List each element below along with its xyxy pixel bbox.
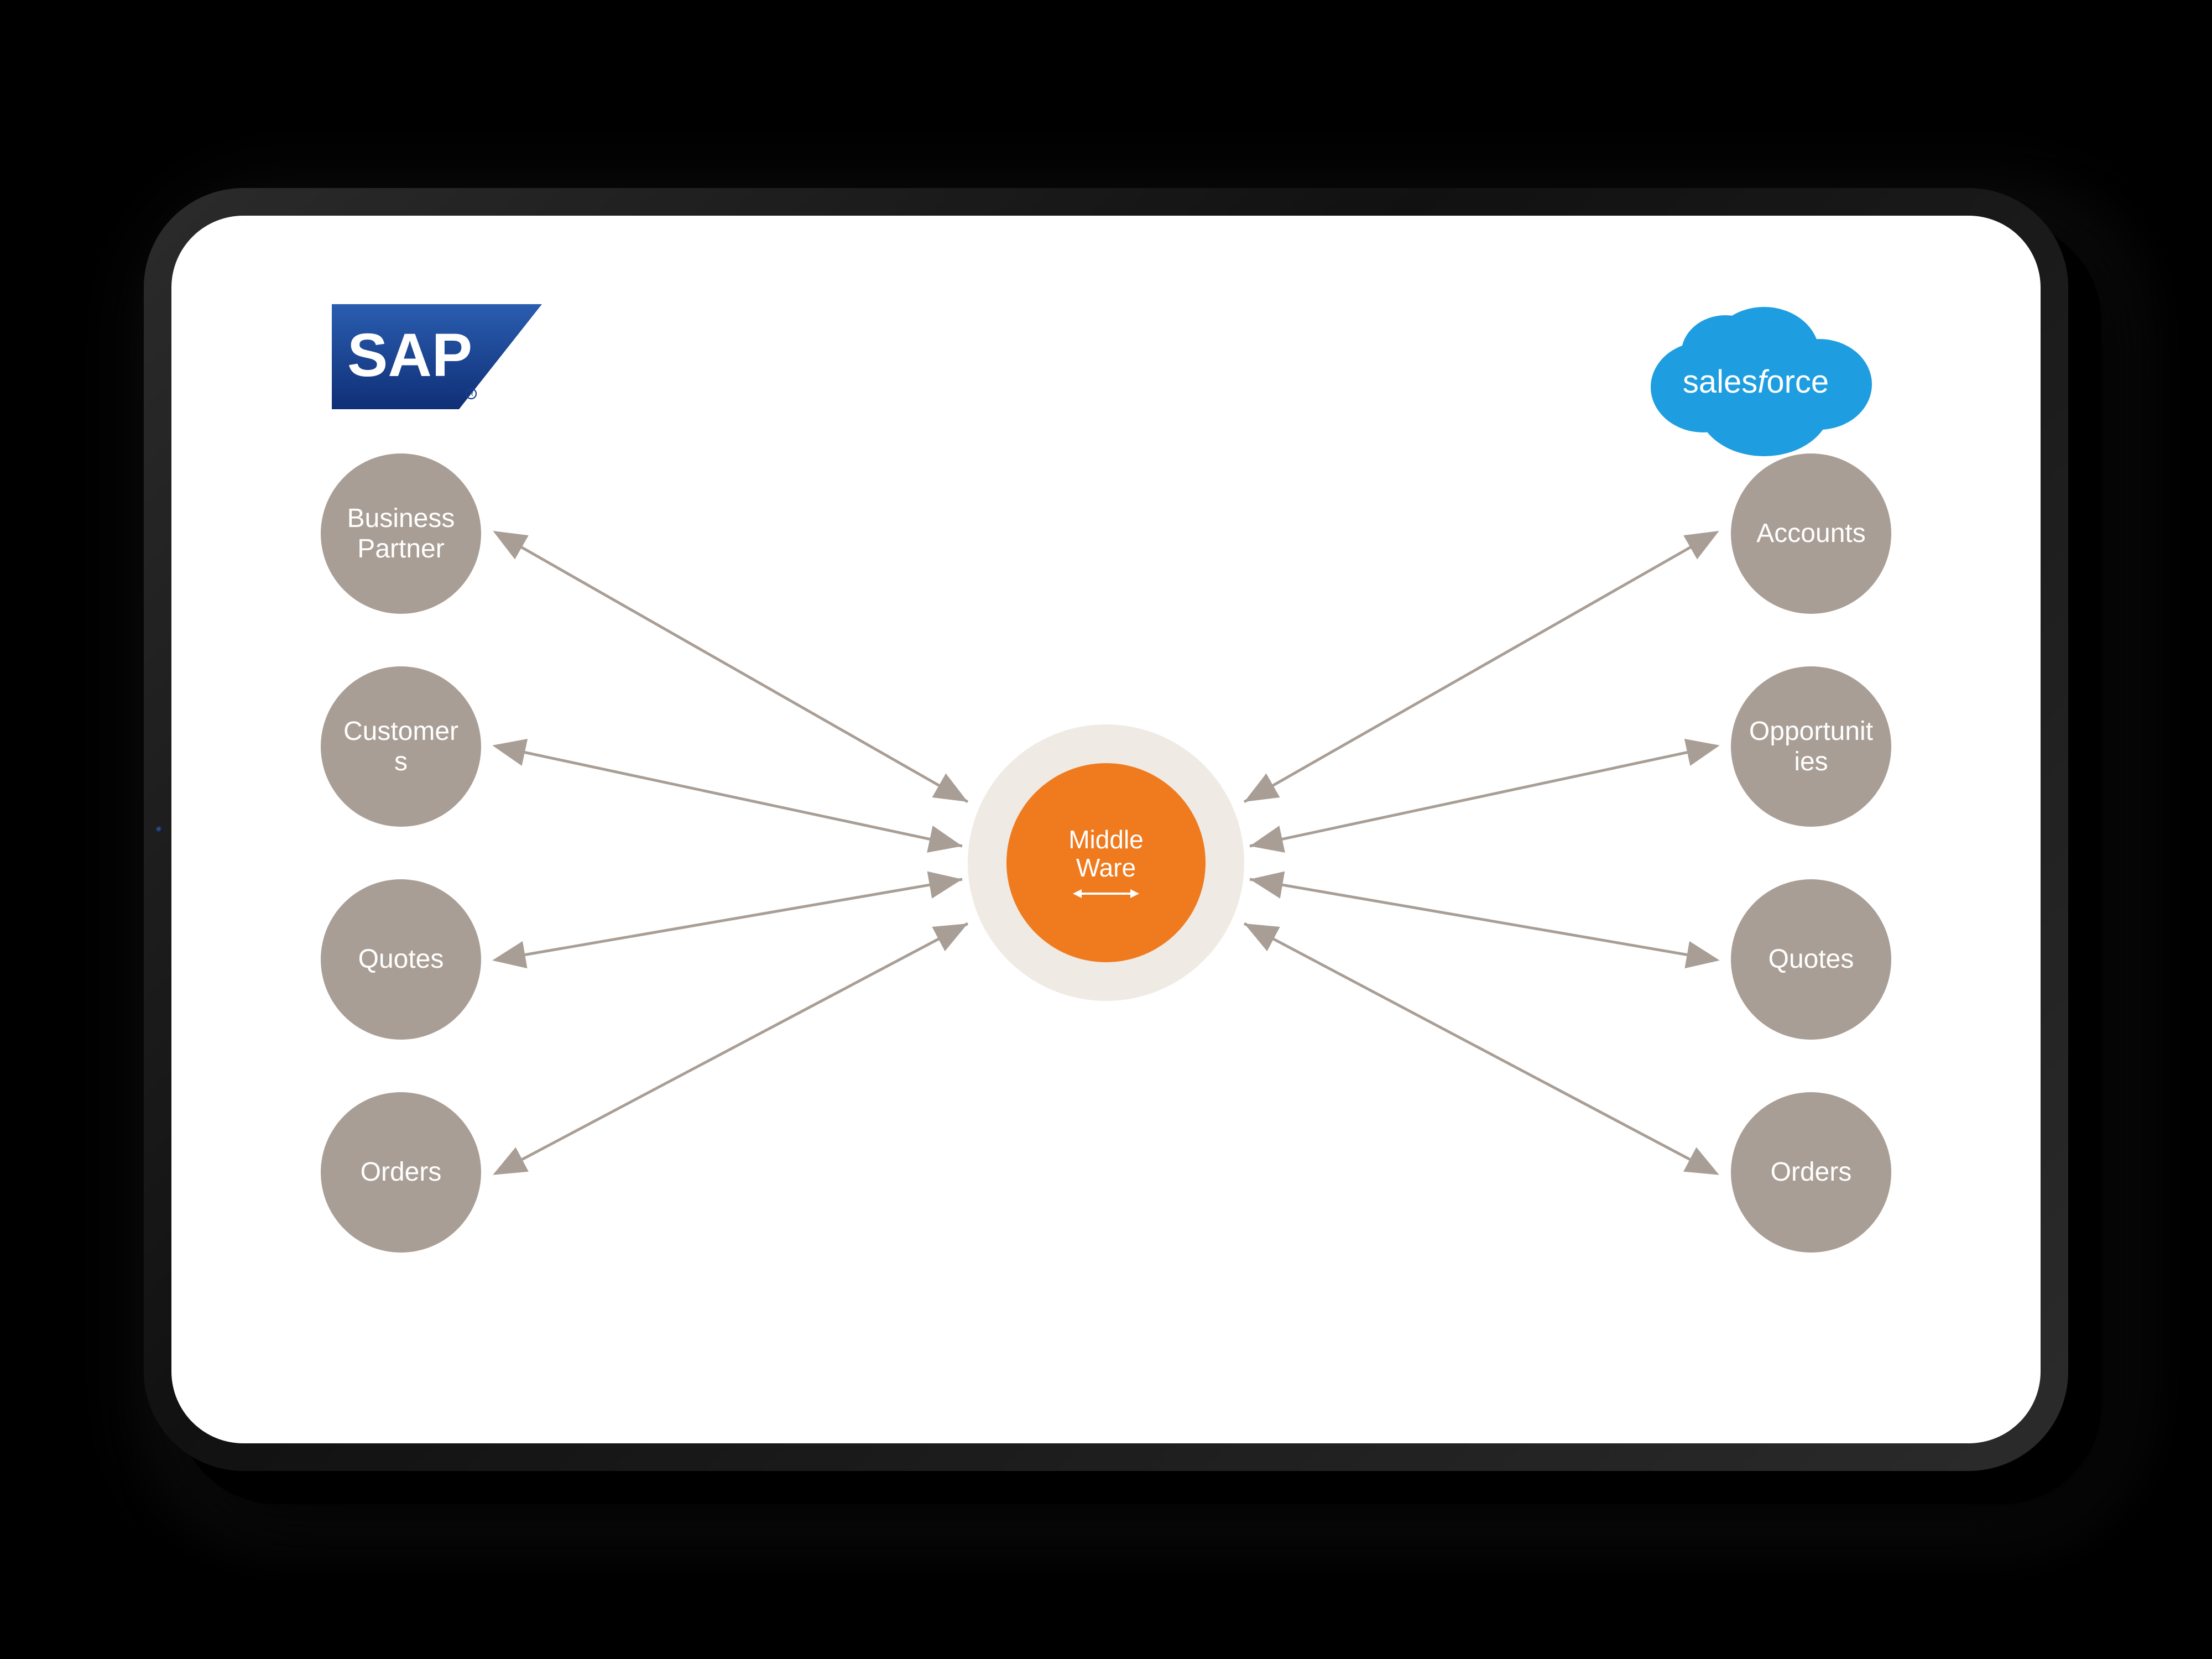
node-label: Accounts xyxy=(1756,518,1865,549)
node-label: Opportunities xyxy=(1747,716,1875,777)
node-sap-customers: Customers xyxy=(321,666,481,827)
middleware-ring: Middle Ware xyxy=(968,724,1244,1001)
node-label: Orders xyxy=(1771,1157,1852,1187)
node-label: Business Partner xyxy=(337,503,465,564)
node-sf-opportunities: Opportunities xyxy=(1731,666,1891,827)
salesforce-logo: salesforce xyxy=(1637,293,1875,462)
middleware-node: Middle Ware xyxy=(1006,763,1206,962)
node-label: Customers xyxy=(337,716,465,777)
node-label: Quotes xyxy=(1768,944,1854,974)
double-arrow-icon xyxy=(1073,888,1139,900)
node-sf-orders: Orders xyxy=(1731,1092,1891,1253)
sap-logo: SAP R xyxy=(332,304,542,412)
node-sf-accounts: Accounts xyxy=(1731,453,1891,614)
tablet-camera xyxy=(156,826,163,833)
node-label: Quotes xyxy=(358,944,444,974)
tablet-frame: SAP R xyxy=(144,188,2068,1471)
node-sap-quotes: Quotes xyxy=(321,879,481,1040)
middleware-label-line1: Middle xyxy=(1068,826,1144,854)
sap-logo-text: SAP xyxy=(347,321,472,389)
node-sap-orders: Orders xyxy=(321,1092,481,1253)
node-label: Orders xyxy=(361,1157,442,1187)
salesforce-logo-text: salesforce xyxy=(1683,364,1829,400)
middleware-label-line2: Ware xyxy=(1076,854,1136,882)
node-sf-quotes: Quotes xyxy=(1731,879,1891,1040)
diagram-canvas: SAP R xyxy=(171,216,2041,1443)
node-sap-business-partner: Business Partner xyxy=(321,453,481,614)
svg-text:R: R xyxy=(469,391,473,398)
